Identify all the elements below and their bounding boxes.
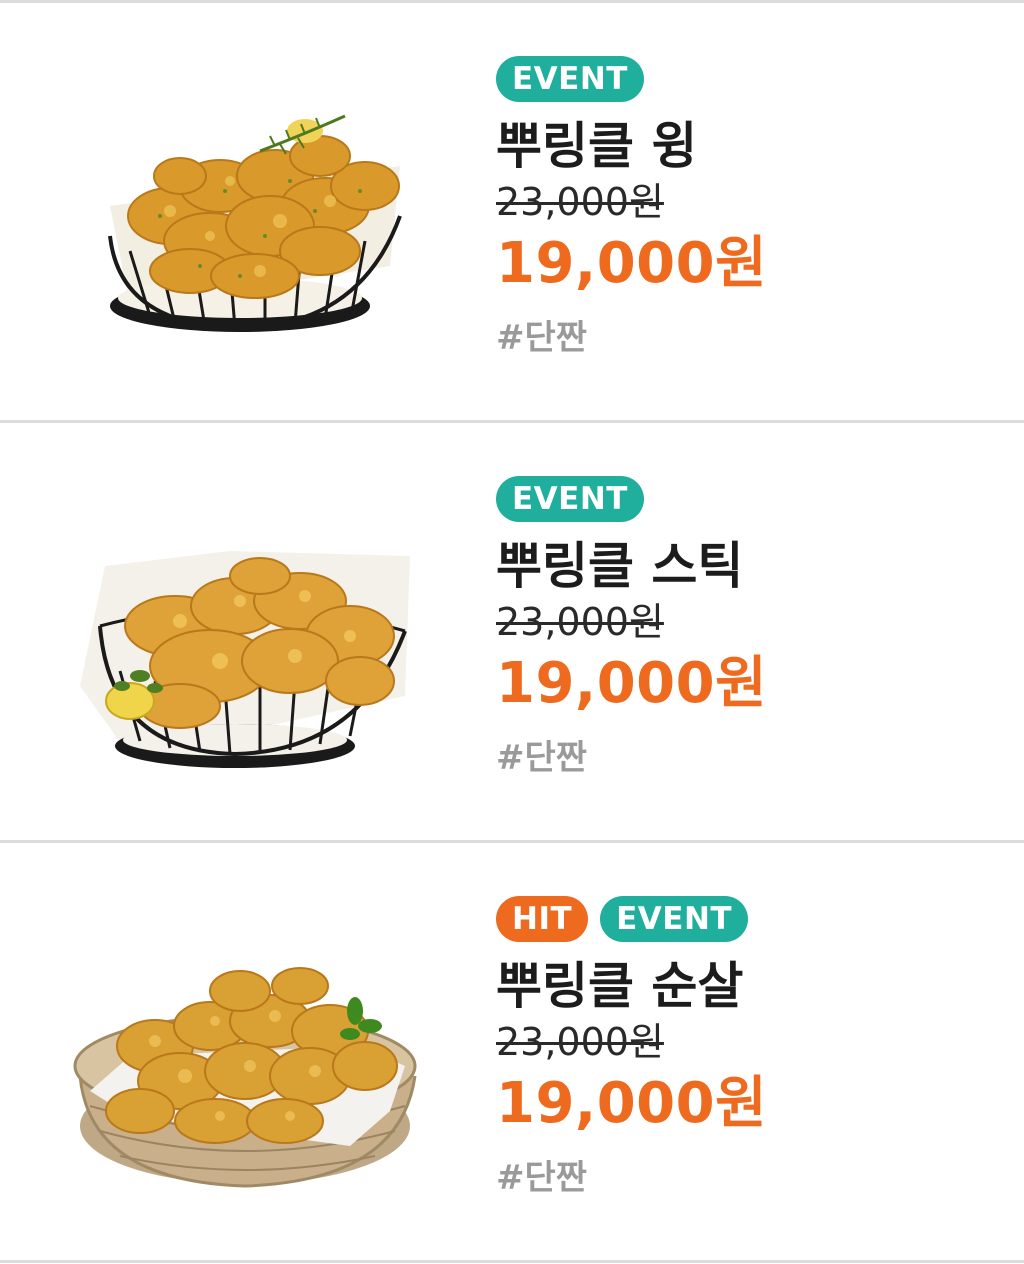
sale-price: 19,000원 (496, 231, 768, 296)
original-price: 23,000원 (496, 600, 664, 644)
hashtag: #단짠 (496, 318, 588, 358)
item-info: EVENT 뿌링클 윙 23,000원 19,000원 #단짠 (496, 56, 767, 358)
boneless-chicken-image (73, 967, 417, 1188)
item-name[interactable]: 뿌링클 스틱 (496, 536, 767, 596)
badge-row: EVENT (496, 476, 767, 522)
product-image[interactable] (60, 496, 430, 776)
original-price: 23,000원 (496, 1020, 664, 1064)
item-info: EVENT 뿌링클 스틱 23,000원 19,000원 #단짠 (496, 476, 767, 778)
item-info: HIT EVENT 뿌링클 순살 23,000원 19,000원 #단짠 (496, 896, 767, 1198)
chicken-sticks-image (80, 551, 410, 768)
sale-price: 19,000원 (496, 1071, 768, 1136)
menu-list: EVENT 뿌링클 윙 23,000원 19,000원 #단짠 EVENT 뿌링… (0, 0, 1024, 1264)
menu-item[interactable]: HIT EVENT 뿌링클 순살 23,000원 19,000원 #단짠 (0, 846, 1024, 1263)
badge-row: HIT EVENT (496, 896, 767, 942)
product-image[interactable] (60, 76, 430, 356)
menu-item[interactable]: EVENT 뿌링클 윙 23,000원 19,000원 #단짠 (0, 6, 1024, 423)
chicken-wings-image (108, 114, 402, 332)
item-name[interactable]: 뿌링클 윙 (496, 116, 767, 176)
item-name[interactable]: 뿌링클 순살 (496, 956, 767, 1016)
menu-item[interactable]: EVENT 뿌링클 스틱 23,000원 19,000원 #단짠 (0, 426, 1024, 843)
badge-row: EVENT (496, 56, 767, 102)
event-badge: EVENT (496, 56, 644, 102)
sale-price: 19,000원 (496, 651, 768, 716)
original-price: 23,000원 (496, 180, 664, 224)
product-image[interactable] (60, 916, 430, 1196)
hashtag: #단짠 (496, 738, 588, 778)
event-badge: EVENT (496, 476, 644, 522)
hit-badge: HIT (496, 896, 589, 942)
hashtag: #단짠 (496, 1158, 588, 1198)
event-badge: EVENT (600, 896, 749, 942)
